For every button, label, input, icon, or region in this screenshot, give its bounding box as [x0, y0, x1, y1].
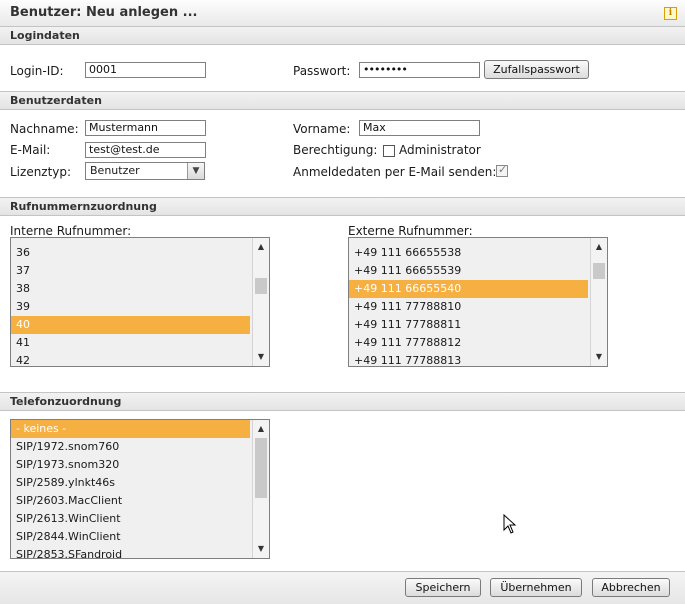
- section-header-telefon: Telefonzuordnung: [0, 392, 685, 411]
- info-icon[interactable]: i: [664, 7, 677, 20]
- mouse-pointer-icon: [503, 514, 517, 534]
- cancel-button[interactable]: Abbrechen: [592, 578, 670, 597]
- list-item[interactable]: SIP/1972.snom760: [11, 438, 250, 456]
- list-item[interactable]: +49 111 66655538: [349, 244, 588, 262]
- window-title: Benutzer: Neu anlegen ...: [10, 5, 198, 20]
- list-item[interactable]: SIP/2603.MacClient: [11, 492, 250, 510]
- list-item[interactable]: +49 111 77788810: [349, 298, 588, 316]
- list-item-selected[interactable]: +49 111 66655540: [349, 280, 588, 298]
- list-item-selected[interactable]: - keines -: [11, 420, 250, 438]
- section-title: Rufnummernzuordnung: [10, 200, 157, 213]
- random-password-button[interactable]: Zufallspasswort: [484, 60, 589, 79]
- vorname-input[interactable]: Max: [359, 120, 480, 136]
- lizenztyp-value: Benutzer: [90, 164, 140, 177]
- list-item-selected[interactable]: 40: [11, 316, 250, 334]
- chevron-up-icon[interactable]: ▲: [253, 240, 269, 254]
- password-input[interactable]: ••••••••: [359, 62, 480, 78]
- lizenztyp-select[interactable]: Benutzer ▼: [85, 162, 205, 180]
- email-input[interactable]: test@test.de: [85, 142, 206, 158]
- scrollbar-thumb[interactable]: [255, 438, 267, 498]
- vorname-label: Vorname:: [293, 122, 351, 136]
- telefon-list[interactable]: - keines - SIP/1972.snom760 SIP/1973.sno…: [10, 419, 270, 559]
- scrollbar-thumb[interactable]: [255, 278, 267, 294]
- list-item[interactable]: 37: [11, 262, 250, 280]
- chevron-down-icon[interactable]: ▼: [187, 163, 204, 179]
- nachname-input[interactable]: Mustermann: [85, 120, 206, 136]
- section-header-logindaten: Logindaten: [0, 26, 685, 45]
- list-item[interactable]: 36: [11, 244, 250, 262]
- administrator-checkbox[interactable]: [383, 145, 395, 157]
- list-item[interactable]: 38: [11, 280, 250, 298]
- password-label: Passwort:: [293, 64, 351, 78]
- lizenztyp-label: Lizenztyp:: [10, 165, 72, 179]
- anmeldedaten-label: Anmeldedaten per E-Mail senden:: [293, 165, 497, 179]
- scrollbar[interactable]: ▲ ▼: [252, 420, 269, 558]
- chevron-up-icon[interactable]: ▲: [253, 422, 269, 436]
- section-title: Benutzerdaten: [10, 94, 102, 107]
- section-header-benutzerdaten: Benutzerdaten: [0, 91, 685, 110]
- list-item[interactable]: +49 111 77788813: [349, 352, 588, 366]
- list-item[interactable]: 41: [11, 334, 250, 352]
- chevron-down-icon[interactable]: ▼: [591, 350, 607, 364]
- list-item[interactable]: 42: [11, 352, 250, 366]
- list-item[interactable]: SIP/2613.WinClient: [11, 510, 250, 528]
- chevron-down-icon[interactable]: ▼: [253, 542, 269, 556]
- externe-rufnummer-list[interactable]: +49 111 66655538 +49 111 66655539 +49 11…: [348, 237, 608, 367]
- list-item[interactable]: 39: [11, 298, 250, 316]
- email-label: E-Mail:: [10, 143, 51, 157]
- list-item[interactable]: SIP/2589.ylnkt46s: [11, 474, 250, 492]
- save-button[interactable]: Speichern: [405, 578, 481, 597]
- anmeldedaten-checkbox[interactable]: [496, 163, 508, 177]
- interne-rufnummer-label: Interne Rufnummer:: [10, 224, 132, 238]
- section-title: Telefonzuordnung: [10, 395, 122, 408]
- interne-rufnummer-list[interactable]: 36 37 38 39 40 41 42 ▲ ▼: [10, 237, 270, 367]
- chevron-up-icon[interactable]: ▲: [591, 240, 607, 254]
- chevron-down-icon[interactable]: ▼: [253, 350, 269, 364]
- apply-button[interactable]: Übernehmen: [490, 578, 582, 597]
- externe-rufnummer-label: Externe Rufnummer:: [348, 224, 473, 238]
- login-id-input[interactable]: 0001: [85, 62, 206, 78]
- scrollbar[interactable]: ▲ ▼: [252, 238, 269, 366]
- section-header-rufnummern: Rufnummernzuordnung: [0, 197, 685, 216]
- list-item[interactable]: +49 111 66655539: [349, 262, 588, 280]
- scrollbar[interactable]: ▲ ▼: [590, 238, 607, 366]
- dialog-footer: Speichern Übernehmen Abbrechen: [0, 571, 685, 604]
- nachname-label: Nachname:: [10, 122, 79, 136]
- login-id-label: Login-ID:: [10, 64, 64, 78]
- list-item[interactable]: SIP/2844.WinClient: [11, 528, 250, 546]
- list-item[interactable]: SIP/2853.SFandroid: [11, 546, 250, 558]
- section-title: Logindaten: [10, 29, 80, 42]
- berechtigung-label: Berechtigung:: [293, 143, 378, 157]
- list-item[interactable]: SIP/1973.snom320: [11, 456, 250, 474]
- list-item[interactable]: +49 111 77788812: [349, 334, 588, 352]
- window-titlebar: Benutzer: Neu anlegen ... i: [0, 0, 685, 27]
- administrator-label: Administrator: [399, 143, 481, 157]
- scrollbar-thumb[interactable]: [593, 263, 605, 279]
- list-item[interactable]: +49 111 77788811: [349, 316, 588, 334]
